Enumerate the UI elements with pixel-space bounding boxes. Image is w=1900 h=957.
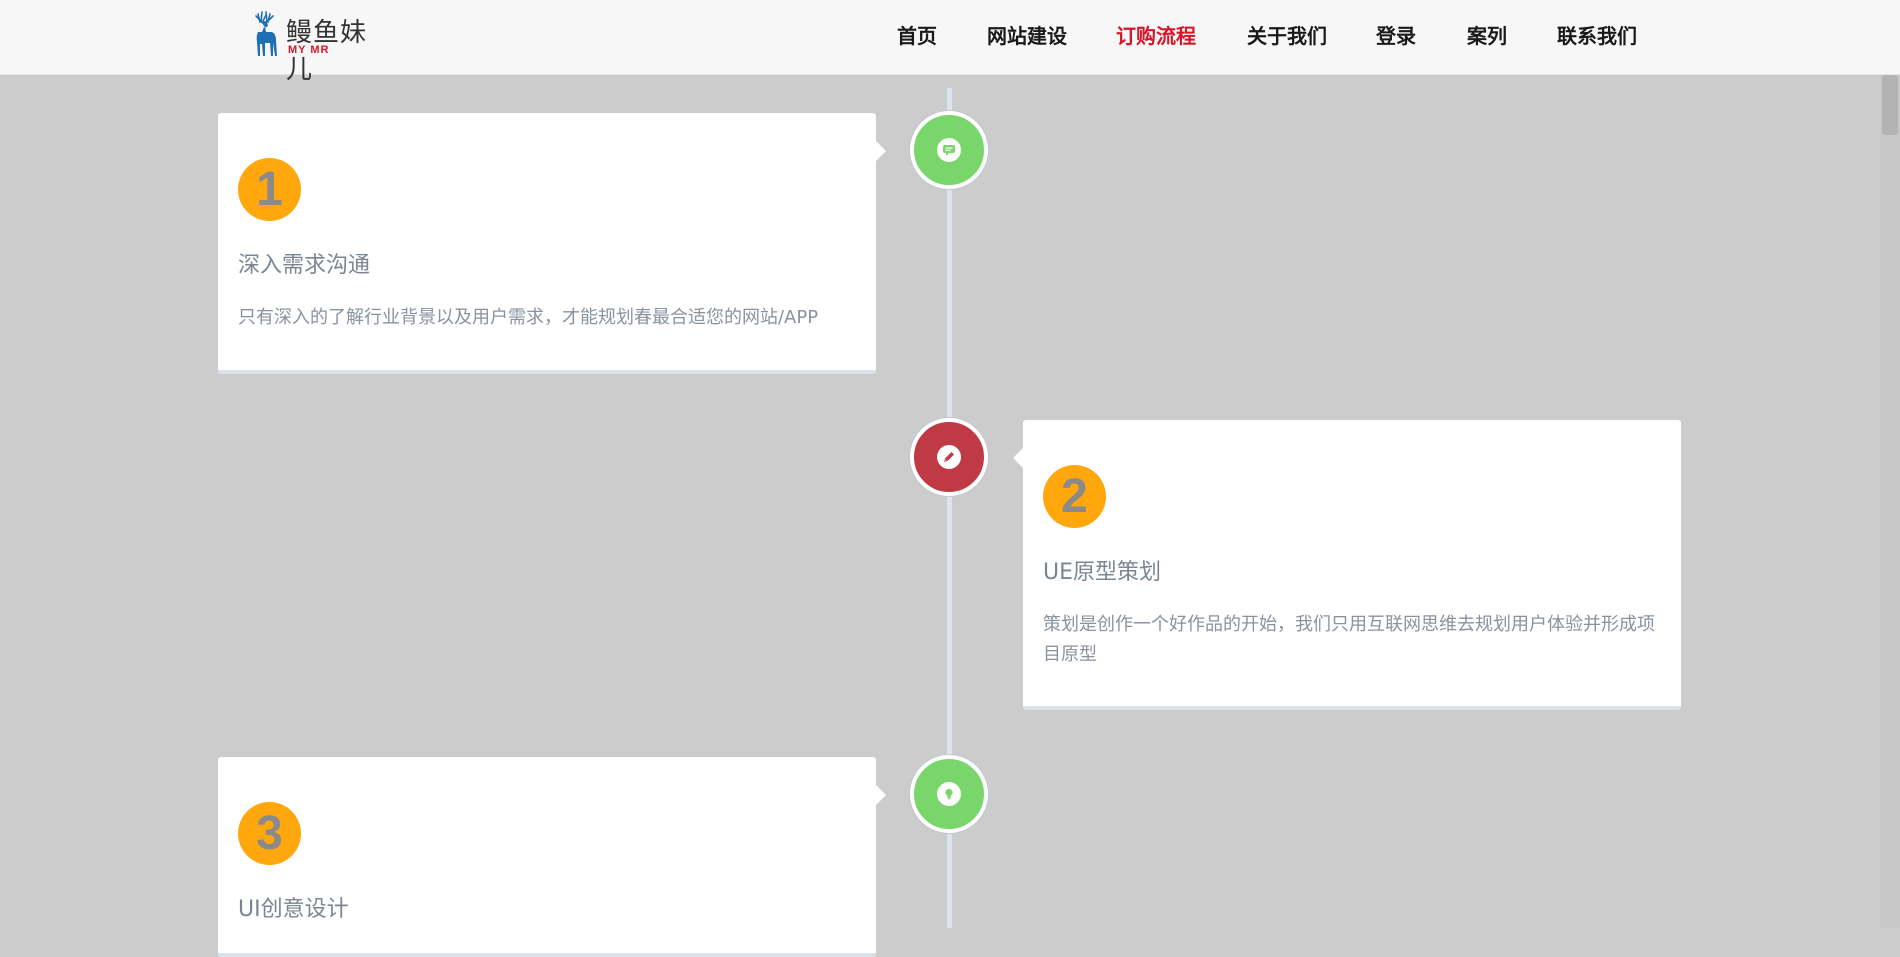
card-pointer xyxy=(876,141,886,161)
nav-item-cases[interactable]: 案列 xyxy=(1467,20,1507,49)
step-3-card: 3 UI创意设计 xyxy=(218,757,886,957)
nav-item-contact-us[interactable]: 联系我们 xyxy=(1557,20,1637,49)
step-title: UI创意设计 xyxy=(238,897,349,922)
nav-item-about-us[interactable]: 关于我们 xyxy=(1247,20,1327,49)
step-2-marker xyxy=(910,418,988,496)
pencil-icon xyxy=(937,445,961,469)
step-number-badge: 1 xyxy=(238,158,301,221)
step-number-badge: 3 xyxy=(238,802,301,865)
scrollbar-track[interactable] xyxy=(1880,75,1900,928)
step-number-badge: 2 xyxy=(1043,465,1106,528)
card-pointer xyxy=(876,785,886,805)
step-title: UE原型策划 xyxy=(1043,560,1162,585)
chat-icon xyxy=(937,138,961,162)
lightbulb-icon xyxy=(937,782,961,806)
scrollbar-thumb[interactable] xyxy=(1882,75,1898,135)
step-1-card: 1 深入需求沟通 只有深入的了解行业背景以及用户需求，才能规划春最合适您的网站/… xyxy=(218,113,886,374)
step-description: 策划是创作一个好作品的开始，我们只用互联网思维去规划用户体验并形成项目原型 xyxy=(1043,614,1655,665)
nav-item-website-building[interactable]: 网站建设 xyxy=(987,20,1067,49)
step-title: 深入需求沟通 xyxy=(238,253,371,278)
card-pointer xyxy=(1013,448,1023,468)
main-nav: 首页 网站建设 订购流程 关于我们 登录 案列 联系我们 xyxy=(0,0,1900,66)
nav-item-login[interactable]: 登录 xyxy=(1376,20,1416,49)
step-2-card: 2 UE原型策划 策划是创作一个好作品的开始，我们只用互联网思维去规划用户体验并… xyxy=(1013,420,1681,710)
step-1-marker xyxy=(910,111,988,189)
nav-item-home[interactable]: 首页 xyxy=(897,20,937,49)
step-3-marker xyxy=(910,755,988,833)
step-description: 只有深入的了解行业背景以及用户需求，才能规划春最合适您的网站/APP xyxy=(238,307,819,328)
nav-item-order-process[interactable]: 订购流程 xyxy=(1116,20,1196,49)
